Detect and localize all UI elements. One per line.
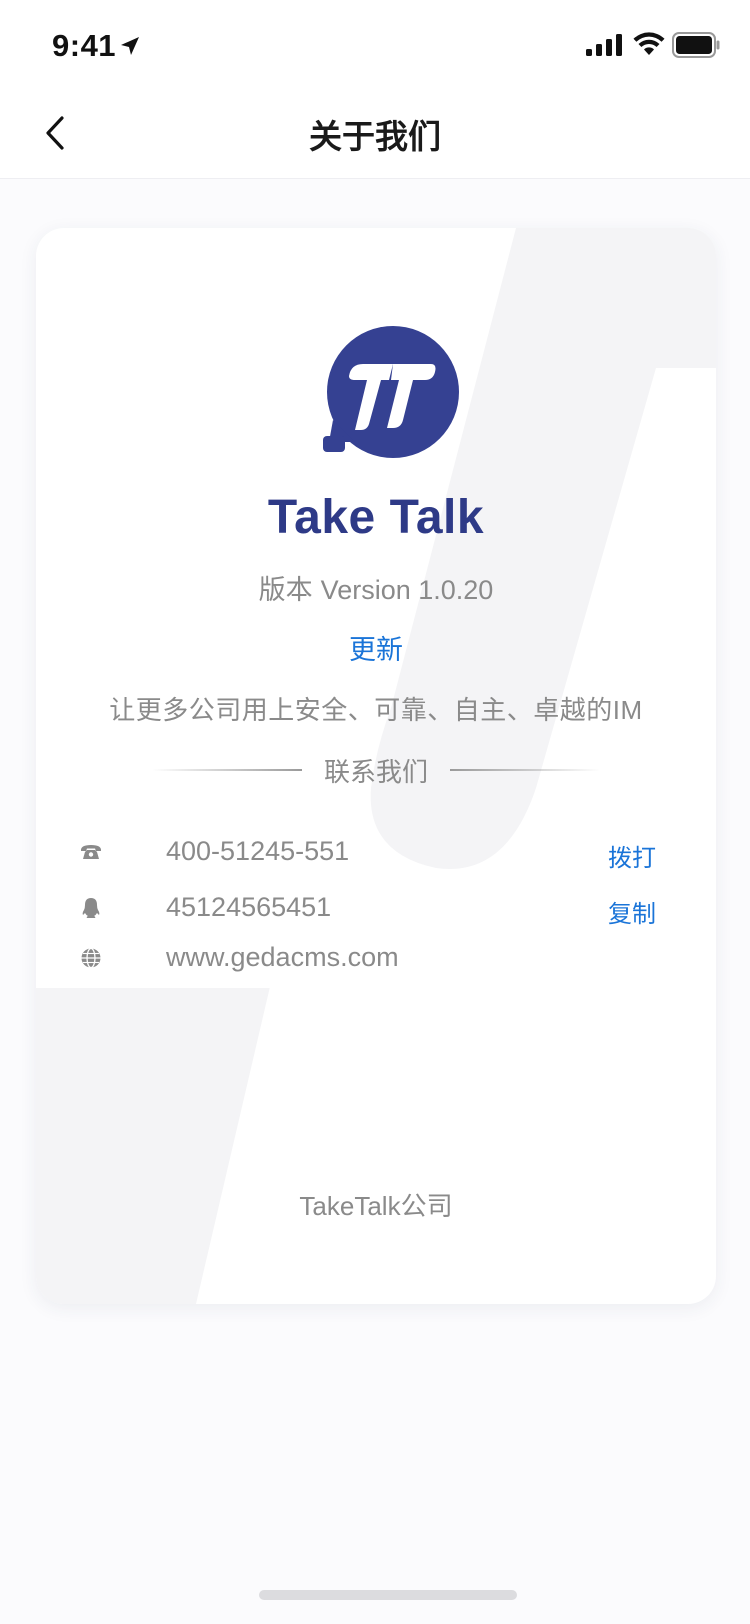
app-name: Take Talk xyxy=(267,491,485,544)
location-arrow-icon xyxy=(121,37,139,55)
slogan: 让更多公司用上安全、可靠、自主、卓越的IM xyxy=(109,695,643,725)
divider-line-left xyxy=(151,769,302,771)
status-bar: 9:41 xyxy=(0,0,750,88)
contact-section-divider: 联系我们 xyxy=(146,750,606,790)
contact-row-qq: 45124565451 复制 xyxy=(76,888,676,928)
page-title: 关于我们 xyxy=(309,118,441,155)
status-time: 9:41 xyxy=(52,28,117,63)
company-name: TakeTalk公司 xyxy=(299,1191,453,1221)
divider-line-right xyxy=(450,769,600,771)
contact-heading: 联系我们 xyxy=(323,756,428,787)
version-info: 版本 Version 1.0.20 xyxy=(36,568,716,607)
qq-icon xyxy=(82,898,100,918)
version-number: Version 1.0.20 xyxy=(320,575,494,605)
about-card: Take Talk 版本 Version 1.0.20 更新 让更多公司用上安全、… xyxy=(36,228,716,1304)
update-button[interactable]: 更新 xyxy=(326,628,426,667)
app-logo xyxy=(323,326,459,458)
call-button[interactable]: 拨打 xyxy=(608,838,656,873)
copy-button[interactable]: 复制 xyxy=(608,894,656,929)
website-url[interactable]: www.gedacms.com xyxy=(166,942,399,973)
phone-icon xyxy=(81,845,101,859)
globe-icon xyxy=(81,947,101,969)
contact-row-phone: 400-51245-551 拨打 xyxy=(76,832,676,872)
contact-row-website: www.gedacms.com xyxy=(76,938,676,978)
qq-number: 45124565451 xyxy=(166,892,332,922)
nav-bar: 关于我们 xyxy=(0,88,750,179)
version-prefix: 版本 xyxy=(258,575,313,605)
signal-icon xyxy=(586,34,622,56)
home-indicator[interactable] xyxy=(259,1590,517,1600)
wifi-icon xyxy=(633,32,665,55)
phone-number: 400-51245-551 xyxy=(166,836,350,866)
battery-icon xyxy=(672,32,720,58)
